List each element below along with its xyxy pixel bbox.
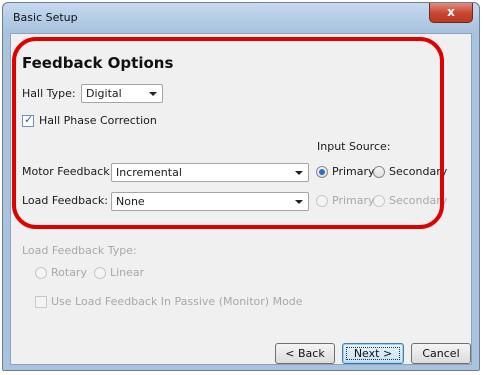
load-primary-label: Primary <box>332 194 375 207</box>
rotary-label: Rotary <box>51 266 87 279</box>
close-button[interactable]: x <box>429 3 473 23</box>
title-bar[interactable]: Basic Setup x <box>3 3 479 33</box>
chevron-down-icon <box>295 171 303 175</box>
motor-feedback-label: Motor Feedback: <box>22 165 114 178</box>
window-title: Basic Setup <box>13 11 78 24</box>
motor-primary-radio[interactable] <box>316 166 328 178</box>
linear-radio[interactable] <box>94 267 106 279</box>
load-feedback-dropdown[interactable]: None <box>111 192 309 211</box>
back-button[interactable]: < Back <box>275 343 335 364</box>
passive-mode-checkbox[interactable] <box>35 296 47 308</box>
motor-feedback-value: Incremental <box>116 166 182 179</box>
passive-mode-label: Use Load Feedback In Passive (Monitor) M… <box>51 295 303 308</box>
chevron-down-icon <box>149 92 157 96</box>
next-button-label: Next > <box>343 344 403 363</box>
motor-secondary-radio[interactable] <box>373 166 385 178</box>
load-feedback-label: Load Feedback: <box>22 194 108 207</box>
load-primary-radio[interactable] <box>316 195 328 207</box>
rotary-radio[interactable] <box>35 267 47 279</box>
load-feedback-value: None <box>116 195 145 208</box>
motor-primary-label: Primary <box>332 165 375 178</box>
motor-secondary-label: Secondary <box>389 165 448 178</box>
hall-phase-correction-label: Hall Phase Correction <box>39 114 157 127</box>
hall-phase-correction-checkbox[interactable]: ✓ <box>22 113 34 127</box>
motor-feedback-dropdown[interactable]: Incremental <box>111 163 309 182</box>
next-button[interactable]: Next > <box>342 343 404 364</box>
load-feedback-type-label: Load Feedback Type: <box>22 244 137 257</box>
chevron-down-icon <box>295 200 303 204</box>
linear-label: Linear <box>110 266 145 279</box>
hall-type-value: Digital <box>86 87 122 100</box>
section-heading: Feedback Options <box>22 54 174 72</box>
load-secondary-label: Secondary <box>389 194 448 207</box>
dialog-content: Feedback Options Hall Type: Digital ✓ Ha… <box>10 33 472 365</box>
close-icon: x <box>447 5 455 19</box>
checkmark-icon: ✓ <box>24 113 34 126</box>
input-source-label: Input Source: <box>317 140 391 153</box>
hall-type-label: Hall Type: <box>22 87 76 100</box>
cancel-button[interactable]: Cancel <box>411 343 471 364</box>
hall-type-dropdown[interactable]: Digital <box>81 84 163 103</box>
dialog-window: Basic Setup x Feedback Options Hall Type… <box>2 2 480 371</box>
load-secondary-radio[interactable] <box>373 195 385 207</box>
